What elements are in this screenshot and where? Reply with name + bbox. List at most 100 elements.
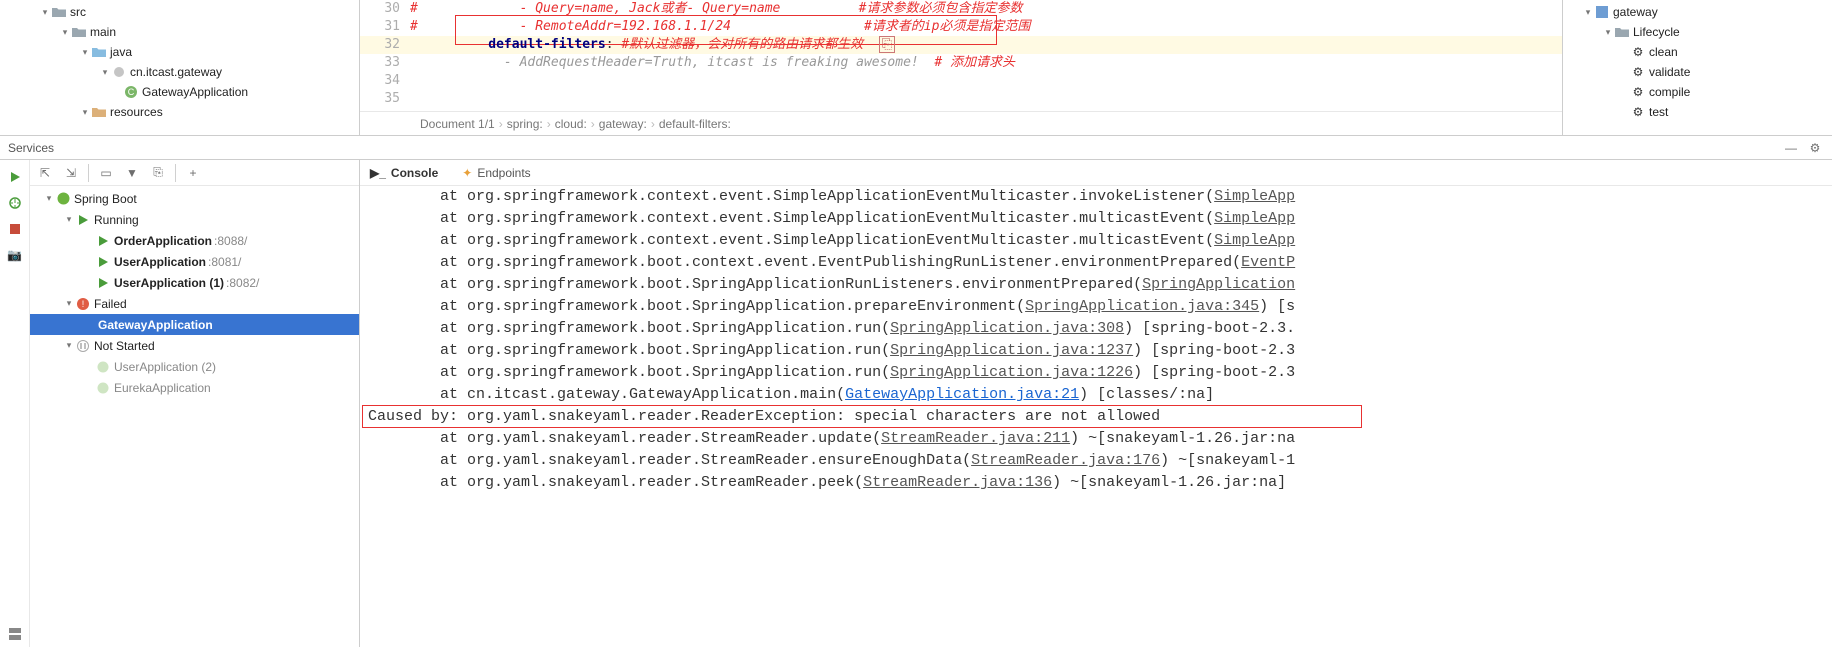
source-folder-icon xyxy=(92,45,106,59)
warning-marker-icon: ⎘ xyxy=(879,36,895,53)
terminal-icon: ▶_ xyxy=(370,166,386,180)
chevron-down-icon: ▾ xyxy=(80,47,90,57)
maven-lifecycle[interactable]: ▾ Lifecycle xyxy=(1563,22,1832,42)
svc-group-failed[interactable]: ▾!Failed xyxy=(30,293,359,314)
folder-label: resources xyxy=(110,105,163,119)
package-label: cn.itcast.gateway xyxy=(130,65,222,79)
tree-folder-main[interactable]: ▾ main xyxy=(0,22,359,42)
resource-folder-icon xyxy=(92,105,106,119)
run-icon xyxy=(96,276,110,290)
svc-order-app[interactable]: OrderApplication:8088/ xyxy=(30,230,359,251)
package-icon xyxy=(112,65,126,79)
gear-icon: ⚙ xyxy=(1631,85,1645,99)
maven-goal-compile[interactable]: ⚙compile xyxy=(1563,82,1832,102)
tab-endpoints[interactable]: ✦Endpoints xyxy=(458,163,534,183)
debug-button[interactable] xyxy=(4,192,26,214)
expand-all-icon[interactable]: ⇱ xyxy=(36,164,54,182)
maven-goal-validate[interactable]: ⚙validate xyxy=(1563,62,1832,82)
console-panel: ▶_Console ✦Endpoints at org.springframew… xyxy=(360,160,1832,647)
breadcrumb-item[interactable]: cloud: xyxy=(555,117,587,131)
chevron-down-icon: ▾ xyxy=(64,299,74,309)
tree-folder-resources[interactable]: ▾ resources xyxy=(0,102,359,122)
gear-icon[interactable]: ⚙ xyxy=(1806,139,1824,157)
folder-label: main xyxy=(90,25,116,39)
class-label: GatewayApplication xyxy=(142,85,248,99)
tab-console[interactable]: ▶_Console xyxy=(366,163,442,183)
chevron-down-icon: ▾ xyxy=(40,7,50,17)
svc-eureka-app[interactable]: EurekaApplication xyxy=(30,377,359,398)
module-label: gateway xyxy=(1613,5,1658,19)
svc-gateway-app[interactable]: GatewayApplication xyxy=(30,314,359,335)
minimize-icon[interactable]: — xyxy=(1782,139,1800,157)
camera-icon[interactable]: 📷 xyxy=(4,244,26,266)
chevron-down-icon: ▾ xyxy=(44,194,54,204)
class-icon: C xyxy=(124,85,138,99)
svg-text:!: ! xyxy=(82,299,85,309)
gear-icon: ⚙ xyxy=(1631,105,1645,119)
maven-module-gateway[interactable]: ▾ gateway xyxy=(1563,2,1832,22)
folder-icon xyxy=(1615,25,1629,39)
run-button[interactable] xyxy=(4,166,26,188)
line-number: 34 xyxy=(360,72,410,90)
services-panel-header: Services — ⚙ xyxy=(0,136,1832,160)
line-number: 35 xyxy=(360,90,410,108)
services-tree: ⇱ ⇲ ▭ ▼ ⎘ + ▾Spring Boot ▾Running OrderA… xyxy=(30,160,360,647)
folder-icon xyxy=(52,5,66,19)
editor-breadcrumb[interactable]: Document 1/1 ›spring: ›cloud: ›gateway: … xyxy=(360,111,1562,135)
line-number: 33 xyxy=(360,54,410,72)
tree-package[interactable]: ▾ cn.itcast.gateway xyxy=(0,62,359,82)
svc-group-running[interactable]: ▾Running xyxy=(30,209,359,230)
maven-panel: ▾ gateway ▾ Lifecycle ⚙clean ⚙validate ⚙… xyxy=(1562,0,1832,135)
group-icon[interactable]: ⎘ xyxy=(149,164,167,182)
add-icon[interactable]: + xyxy=(184,164,202,182)
spring-icon xyxy=(96,381,110,395)
chevron-down-icon: ▾ xyxy=(1583,7,1593,17)
svg-text:C: C xyxy=(128,87,135,97)
project-tree-panel: ▾ src ▾ main ▾ java ▾ cn.itcast.gateway … xyxy=(0,0,360,135)
pause-icon xyxy=(76,339,90,353)
chevron-down-icon: ▾ xyxy=(80,107,90,117)
breadcrumb-item[interactable]: spring: xyxy=(507,117,543,131)
svc-user-app-2[interactable]: UserApplication (2) xyxy=(30,356,359,377)
view-mode-icon[interactable]: ▭ xyxy=(97,164,115,182)
console-output[interactable]: at org.springframework.context.event.Sim… xyxy=(360,186,1832,647)
svc-spring-boot[interactable]: ▾Spring Boot xyxy=(30,188,359,209)
folder-label: src xyxy=(70,5,86,19)
chevron-down-icon: ▾ xyxy=(60,27,70,37)
chevron-down-icon: ▾ xyxy=(100,67,110,77)
collapse-all-icon[interactable]: ⇲ xyxy=(62,164,80,182)
stop-button[interactable] xyxy=(4,218,26,240)
svc-group-notstarted[interactable]: ▾Not Started xyxy=(30,335,359,356)
module-icon xyxy=(1595,5,1609,19)
layout-button[interactable] xyxy=(4,623,26,645)
spring-icon xyxy=(56,192,70,206)
endpoints-icon: ✦ xyxy=(462,166,472,180)
folder-icon xyxy=(72,25,86,39)
error-icon: ! xyxy=(76,297,90,311)
line-number: 30 xyxy=(360,0,410,18)
folder-label: java xyxy=(110,45,132,59)
services-toolbar: ⇱ ⇲ ▭ ▼ ⎘ + xyxy=(30,160,359,186)
breadcrumb-item[interactable]: default-filters: xyxy=(659,117,731,131)
chevron-down-icon: ▾ xyxy=(64,215,74,225)
spring-icon xyxy=(96,360,110,374)
gear-icon: ⚙ xyxy=(1631,45,1645,59)
lifecycle-label: Lifecycle xyxy=(1633,25,1680,39)
tree-class-gateway[interactable]: C GatewayApplication xyxy=(0,82,359,102)
svc-user-app[interactable]: UserApplication:8081/ xyxy=(30,251,359,272)
run-icon xyxy=(76,213,90,227)
filter-icon[interactable]: ▼ xyxy=(123,164,141,182)
run-icon xyxy=(96,234,110,248)
services-gutter: 📷 xyxy=(0,160,30,647)
chevron-down-icon: ▾ xyxy=(64,341,74,351)
services-title: Services xyxy=(8,141,54,155)
breadcrumb-doc: Document 1/1 xyxy=(420,117,495,131)
line-number: 31 xyxy=(360,18,410,36)
tree-folder-java[interactable]: ▾ java xyxy=(0,42,359,62)
breadcrumb-item[interactable]: gateway: xyxy=(599,117,647,131)
svc-user-app-1[interactable]: UserApplication (1):8082/ xyxy=(30,272,359,293)
code-editor[interactable]: 30# - Query=name, Jack或者- Query=name #请求… xyxy=(360,0,1562,135)
maven-goal-clean[interactable]: ⚙clean xyxy=(1563,42,1832,62)
tree-folder-src[interactable]: ▾ src xyxy=(0,2,359,22)
maven-goal-test[interactable]: ⚙test xyxy=(1563,102,1832,122)
